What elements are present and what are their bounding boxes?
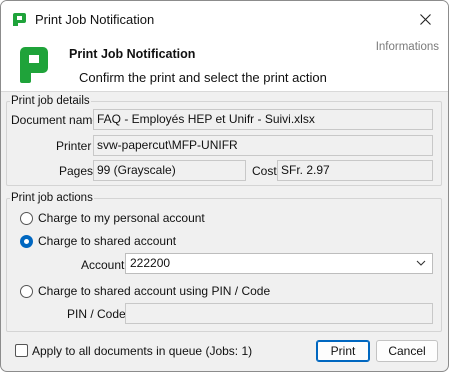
pages-field: 99 (Grayscale): [93, 160, 246, 181]
radio-personal-label: Charge to my personal account: [38, 211, 205, 225]
header-subtitle: Confirm the print and select the print a…: [79, 70, 327, 85]
radio-pin-label: Charge to shared account using PIN / Cod…: [38, 284, 271, 298]
pin-code-label: PIN / Code: [67, 307, 126, 321]
radio-personal-account[interactable]: Charge to my personal account: [20, 211, 205, 225]
printer-label: Printer: [56, 139, 92, 153]
document-name-field: FAQ - Employés HEP et Unifr - Suivi.xlsx: [93, 109, 433, 130]
papercut-logo: [20, 47, 48, 83]
actions-legend: Print job actions: [10, 191, 94, 205]
printer-field: svw-papercut\MFP-UNIFR: [93, 135, 433, 156]
header-title: Print Job Notification: [69, 47, 196, 61]
account-select[interactable]: 222200: [125, 253, 433, 274]
close-button[interactable]: [402, 1, 448, 38]
cost-label: Cost: [252, 164, 277, 178]
radio-personal-indicator[interactable]: [20, 211, 33, 225]
document-name-label: Document name: [11, 113, 100, 127]
papercut-app-icon: [13, 13, 26, 26]
apply-all-label: Apply to all documents in queue (Jobs: 1…: [32, 344, 253, 358]
radio-pin-indicator[interactable]: [20, 284, 33, 298]
pages-label: Pages: [59, 164, 94, 178]
radio-pin-account[interactable]: Charge to shared account using PIN / Cod…: [20, 284, 270, 298]
details-legend: Print job details: [10, 94, 91, 108]
apply-all-checkbox[interactable]: [15, 344, 28, 357]
informations-link[interactable]: Informations: [376, 41, 439, 53]
print-button[interactable]: Print: [316, 340, 370, 362]
chevron-down-icon: [416, 260, 426, 266]
cancel-button[interactable]: Cancel: [376, 340, 438, 362]
radio-shared-account[interactable]: Charge to shared account: [20, 234, 176, 248]
radio-shared-label: Charge to shared account: [38, 234, 177, 248]
dialog-header: Print Job Notification Confirm the print…: [1, 38, 448, 92]
radio-shared-indicator[interactable]: [20, 234, 33, 248]
title-bar: Print Job Notification: [1, 1, 448, 38]
pin-code-field[interactable]: [125, 303, 433, 324]
window-title: Print Job Notification: [35, 12, 155, 27]
account-selected-value: 222200: [130, 256, 171, 270]
cost-field: SFr. 2.97: [277, 160, 433, 181]
account-label: Account: [81, 258, 125, 272]
print-job-dialog: Print Job Notification Print Job Notific…: [0, 0, 449, 372]
close-icon: [419, 14, 431, 25]
